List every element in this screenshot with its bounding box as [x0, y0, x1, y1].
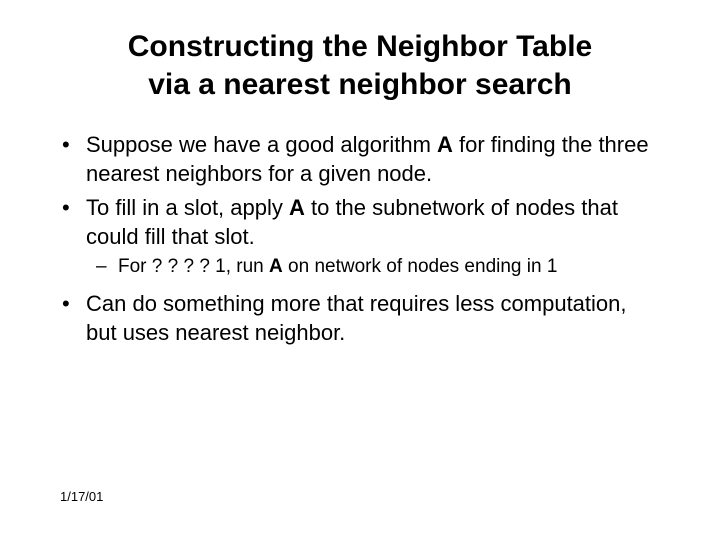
bullet-list: Suppose we have a good algorithm A for f…: [60, 131, 660, 347]
bullet-3: Can do something more that requires less…: [60, 290, 660, 347]
title-line-1: Constructing the Neighbor Table: [128, 30, 592, 63]
slide: Constructing the Neighbor Table via a ne…: [0, 0, 720, 540]
bullet-1: Suppose we have a good algorithm A for f…: [60, 131, 660, 188]
bullet-1-pre: Suppose we have a good algorithm: [86, 132, 437, 157]
algorithm-symbol: A: [437, 132, 453, 157]
title-line-2: via a nearest neighbor search: [148, 68, 572, 101]
bullet-2: To fill in a slot, apply A to the subnet…: [60, 194, 660, 280]
slide-title: Constructing the Neighbor Table via a ne…: [60, 28, 660, 103]
sub-bullet-list: For ? ? ? ? 1, run A on network of nodes…: [86, 255, 660, 280]
bullet-3-text: Can do something more that requires less…: [86, 291, 627, 345]
algorithm-symbol: A: [289, 195, 305, 220]
sub-bullet-1-post: on network of nodes ending in 1: [283, 256, 558, 277]
sub-bullet-1-pre: For ? ? ? ? 1, run: [118, 256, 269, 277]
bullet-2-pre: To fill in a slot, apply: [86, 195, 289, 220]
sub-bullet-1: For ? ? ? ? 1, run A on network of nodes…: [92, 255, 660, 280]
algorithm-symbol: A: [269, 256, 283, 277]
footer-date: 1/17/01: [60, 489, 103, 504]
